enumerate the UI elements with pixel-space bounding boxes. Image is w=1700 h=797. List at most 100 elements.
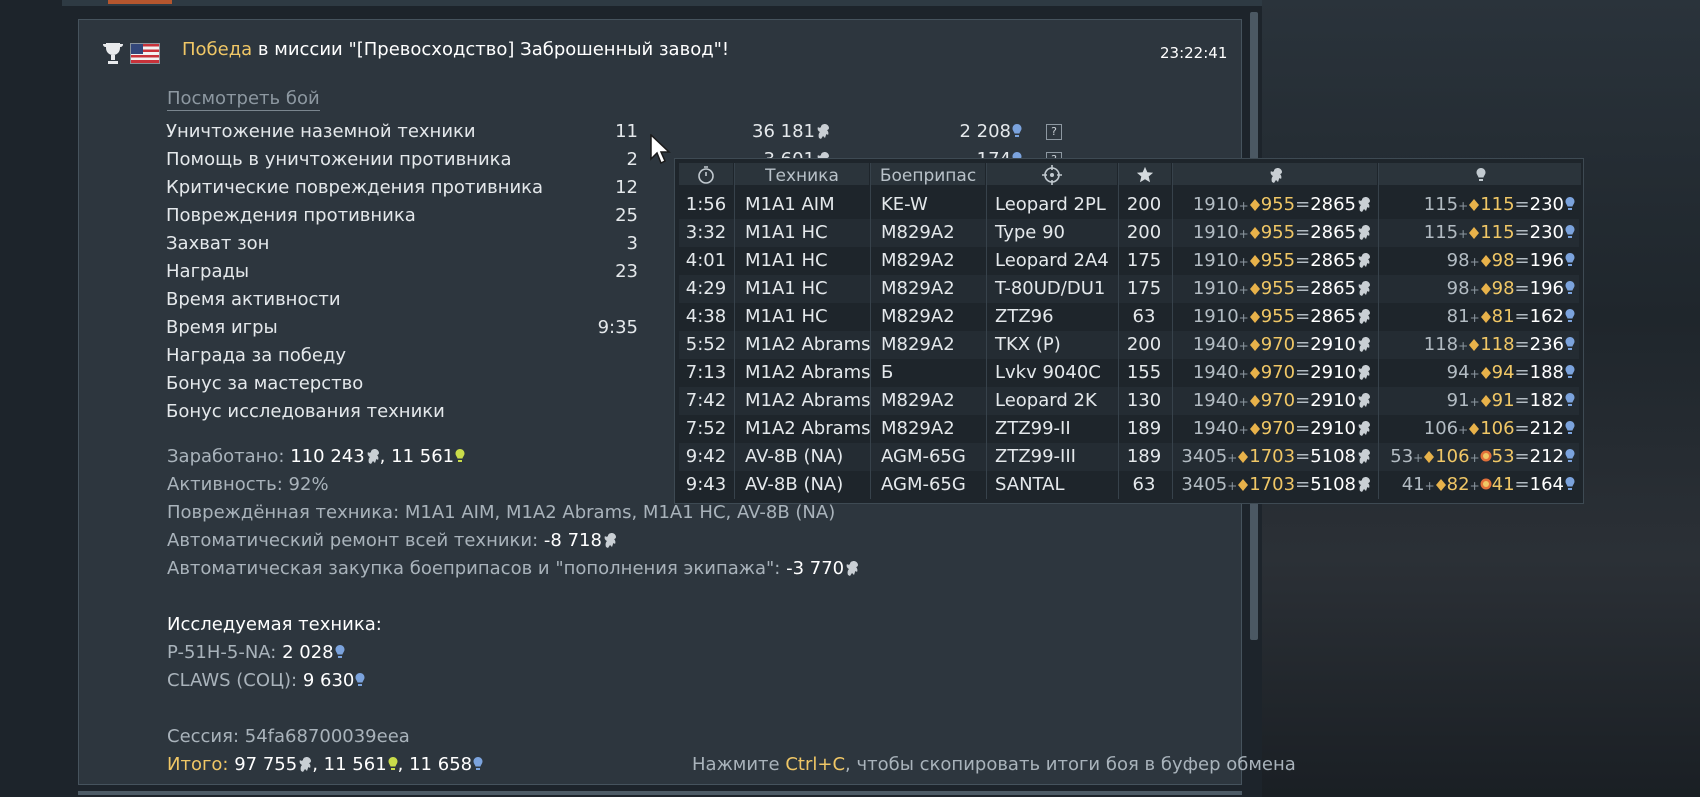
kill-silver-lions: 1940+ 970=2910 bbox=[1173, 387, 1371, 416]
trophy-icon bbox=[100, 40, 126, 66]
column-divider bbox=[986, 163, 987, 499]
victory-word: Победа bbox=[182, 39, 253, 60]
kill-ammo: KE-W bbox=[881, 194, 928, 215]
kill-target: Leopard 2A4 bbox=[995, 250, 1109, 271]
kill-research-points: 81+ 81=162 bbox=[1379, 303, 1575, 332]
kill-score: 63 bbox=[1132, 306, 1156, 327]
kill-time: 4:29 bbox=[685, 278, 727, 299]
activity-line: Активность: 92% bbox=[167, 474, 329, 495]
kill-time: 5:52 bbox=[685, 334, 727, 355]
research-item: P-51H-5-NA: 2 028 bbox=[167, 642, 345, 664]
research-points-icon bbox=[355, 672, 365, 688]
kill-ammo: M829A2 bbox=[881, 222, 955, 243]
stat-count: 3 bbox=[626, 233, 638, 254]
details-button[interactable]: ? bbox=[1046, 124, 1062, 140]
kill-target: Leopard 2K bbox=[995, 390, 1097, 411]
silver-lions-icon bbox=[1173, 163, 1377, 189]
hint-key: Ctrl+C bbox=[785, 754, 846, 775]
total-label: Итого: bbox=[167, 754, 229, 775]
kill-ammo: AGM-65G bbox=[881, 446, 966, 467]
kill-research-points: 53+ 106+ 53=212 bbox=[1379, 443, 1575, 472]
kill-vehicle: M1A2 Abrams bbox=[745, 334, 871, 355]
stat-label: Награды bbox=[166, 261, 250, 282]
kill-research-points: 98+ 98=196 bbox=[1379, 275, 1575, 304]
kill-research-points: 91+ 91=182 bbox=[1379, 387, 1575, 416]
repair-label: Автоматический ремонт всей техники: bbox=[167, 530, 544, 551]
research-points-icon bbox=[1379, 163, 1581, 189]
kill-vehicle: M1A2 Abrams bbox=[745, 390, 871, 411]
column-divider bbox=[870, 163, 871, 499]
kill-time: 7:13 bbox=[685, 362, 727, 383]
top-bar bbox=[62, 0, 1262, 6]
column-divider bbox=[734, 163, 735, 499]
kill-vehicle: M1A1 HC bbox=[745, 306, 828, 327]
free-rp-icon bbox=[455, 448, 465, 464]
total-rp: 11 658 bbox=[409, 754, 473, 775]
kill-target: Type 90 bbox=[995, 222, 1065, 243]
kill-time: 7:42 bbox=[685, 390, 727, 411]
research-title: Исследуемая техника: bbox=[167, 614, 382, 635]
copy-hint: Нажмите Ctrl+C, чтобы скопировать итоги … bbox=[692, 754, 1296, 776]
kill-score: 63 bbox=[1132, 474, 1156, 495]
kill-score: 155 bbox=[1126, 362, 1162, 383]
stat-count: 12 bbox=[615, 177, 638, 198]
kill-vehicle: M1A1 HC bbox=[745, 278, 828, 299]
stat-label: Помощь в уничтожении противника bbox=[166, 149, 512, 170]
total-free-rp: 11 561 bbox=[323, 754, 387, 775]
research-item: CLAWS (СОЦ): 9 630 bbox=[167, 670, 365, 692]
kill-vehicle: M1A1 HC bbox=[745, 222, 828, 243]
separator: , bbox=[312, 754, 324, 775]
kill-target: SANTAL bbox=[995, 474, 1065, 495]
separator: , bbox=[379, 446, 392, 467]
research-label: P-51H-5-NA: bbox=[167, 642, 283, 663]
bottom-divider bbox=[78, 791, 1242, 795]
kill-score: 200 bbox=[1126, 222, 1162, 243]
kill-ammo: M829A2 bbox=[881, 306, 955, 327]
kill-score: 200 bbox=[1126, 334, 1162, 355]
stat-label: Уничтожение наземной техники bbox=[166, 121, 476, 142]
kill-research-points: 41+ 82+ 41=164 bbox=[1379, 471, 1575, 500]
kill-research-points: 94+ 94=188 bbox=[1379, 359, 1575, 388]
silver-lions-icon bbox=[298, 756, 312, 772]
stat-count: 25 bbox=[615, 205, 638, 226]
stat-count: 11 bbox=[615, 121, 638, 142]
free-rp-icon bbox=[388, 756, 398, 772]
ammo-line: Автоматическая закупка боеприпасов и "по… bbox=[167, 558, 859, 580]
kill-research-points: 115+ 115=230 bbox=[1379, 191, 1575, 220]
kill-target: Lvkv 9040C bbox=[995, 362, 1101, 383]
kill-ammo: M829A2 bbox=[881, 390, 955, 411]
kill-target: TKX (P) bbox=[995, 334, 1061, 355]
kills-detail-tooltip: Техника Боеприпас 1:56 M1A1 AIM KE-W Leopar… bbox=[674, 158, 1584, 504]
kill-time: 1:56 bbox=[685, 194, 727, 215]
watch-battle-link[interactable]: Посмотреть бой bbox=[167, 88, 320, 111]
silver-lions-icon bbox=[603, 532, 617, 548]
kill-score: 175 bbox=[1126, 250, 1162, 271]
earned-rp: 11 561 bbox=[391, 446, 455, 467]
kill-score: 130 bbox=[1126, 390, 1162, 411]
kill-silver-lions: 1910+ 955=2865 bbox=[1173, 303, 1371, 332]
mission-name: в миссии "[Превосходство] Заброшенный за… bbox=[252, 39, 730, 60]
kill-ammo: AGM-65G bbox=[881, 474, 966, 495]
kill-target: ZTZ96 bbox=[995, 306, 1054, 327]
earned-label: Заработано: bbox=[167, 446, 291, 467]
stat-label: Повреждения противника bbox=[166, 205, 416, 226]
repair-line: Автоматический ремонт всей техники: -8 7… bbox=[167, 530, 617, 552]
hint-text: Нажмите bbox=[692, 754, 786, 775]
damaged-vehicles-line: Повреждённая техника: M1A1 AIM, M1A2 Abr… bbox=[167, 502, 836, 523]
kill-silver-lions: 3405+ 1703=5108 bbox=[1173, 471, 1371, 500]
stat-label: Критические повреждения противника bbox=[166, 177, 544, 198]
crosshair-icon bbox=[987, 163, 1117, 189]
column-vehicle: Техника bbox=[765, 166, 839, 186]
stat-label: Бонус исследования техники bbox=[166, 401, 445, 422]
silver-lions-icon bbox=[816, 123, 830, 139]
silver-lions-icon bbox=[366, 448, 380, 464]
research-value: 9 630 bbox=[302, 670, 355, 691]
kill-ammo: M829A2 bbox=[881, 334, 955, 355]
kill-time: 4:01 bbox=[685, 250, 727, 271]
star-icon bbox=[1119, 163, 1171, 189]
kill-research-points: 98+ 98=196 bbox=[1379, 247, 1575, 276]
stat-rp-value: 2 208 bbox=[959, 121, 1011, 142]
research-points-icon bbox=[1012, 123, 1022, 139]
kill-vehicle: M1A1 HC bbox=[745, 250, 828, 271]
battle-title: Победа в миссии "[Превосходство] Заброше… bbox=[182, 39, 729, 61]
